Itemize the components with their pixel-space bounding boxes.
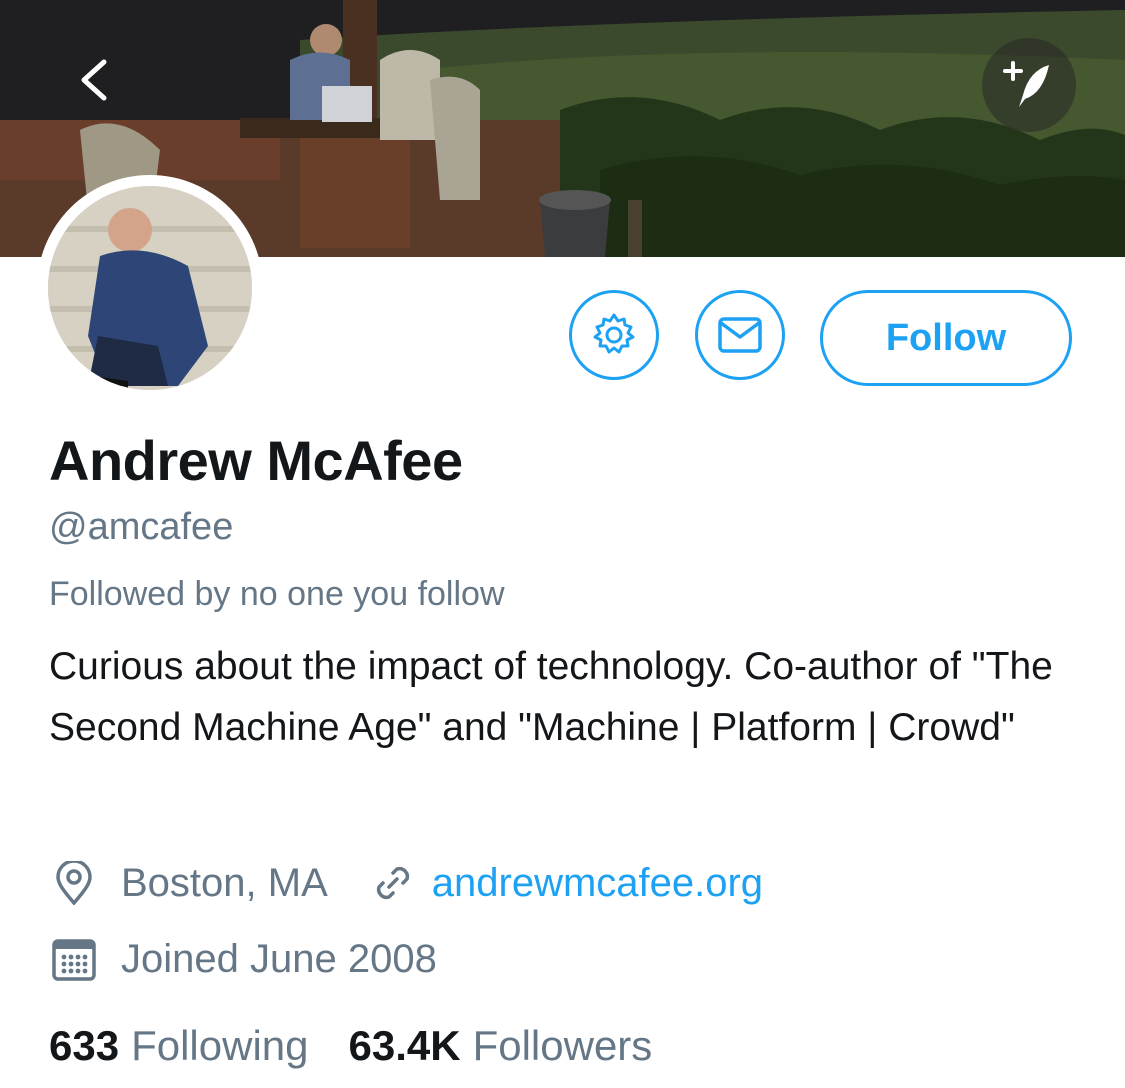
followers-stat[interactable]: 63.4K Followers <box>349 1022 653 1070</box>
profile-handle: @amcafee <box>49 506 234 548</box>
following-count: 633 <box>49 1022 120 1069</box>
website-link[interactable]: andrewmcafee.org <box>432 861 763 906</box>
follow-button[interactable]: Follow <box>820 290 1072 386</box>
avatar-image <box>48 186 252 390</box>
following-stat[interactable]: 633 Following <box>49 1022 309 1070</box>
calendar-icon <box>49 934 99 984</box>
joined-text: Joined June 2008 <box>121 936 437 981</box>
profile-stats: 633 Following 63.4K Followers <box>49 1022 692 1070</box>
profile-name: Andrew McAfee <box>49 429 463 492</box>
link-icon <box>368 858 418 908</box>
message-button[interactable] <box>695 290 785 380</box>
avatar[interactable] <box>48 186 252 390</box>
back-button[interactable] <box>62 48 126 112</box>
followers-count: 63.4K <box>348 1022 461 1069</box>
gear-icon <box>593 313 635 354</box>
location-text: Boston, MA <box>121 860 328 905</box>
compose-tweet-button[interactable] <box>982 38 1076 132</box>
followed-by-text: Followed by no one you follow <box>49 575 505 613</box>
chevron-left-icon <box>81 59 107 101</box>
location-pin-icon <box>49 858 99 908</box>
compose-tweet-icon <box>1003 61 1049 107</box>
profile-bio: Curious about the impact of technology. … <box>49 645 1053 749</box>
location-website-row: Boston, MA andrewmcafee.org <box>49 858 763 908</box>
envelope-icon <box>718 317 762 353</box>
settings-button[interactable] <box>569 290 659 380</box>
followers-label: Followers <box>472 1022 653 1069</box>
following-label: Following <box>131 1022 309 1069</box>
joined-row: Joined June 2008 <box>49 934 437 984</box>
